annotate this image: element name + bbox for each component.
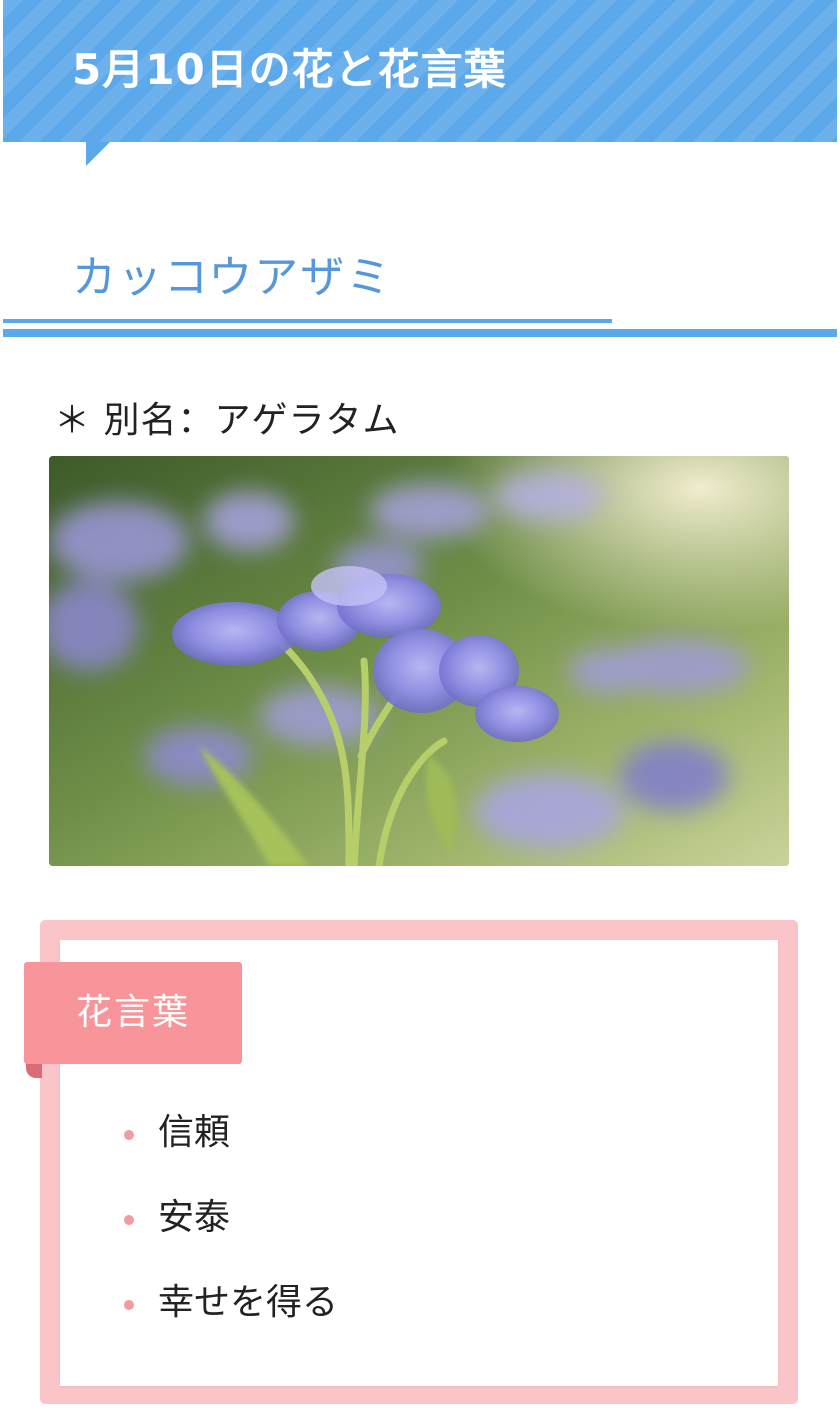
flower-name-heading: カッコウアザミ [72, 252, 393, 303]
flower-photo [49, 456, 789, 866]
bullet-dot-icon [124, 1300, 134, 1310]
hanakotoba-item: 安泰 [158, 1197, 231, 1238]
bullet-dot-icon [124, 1130, 134, 1140]
bullet-dot-icon [124, 1215, 134, 1225]
heading-underline-thick [3, 329, 837, 337]
hanakotoba-label: 花言葉 [75, 992, 190, 1033]
list-item: 幸せを得る [120, 1276, 338, 1361]
flower-alias: ＊ 別名：アゲラタム [54, 400, 400, 441]
list-item: 安泰 [120, 1191, 338, 1276]
hanakotoba-item: 幸せを得る [158, 1282, 339, 1323]
heading-underline-thin [3, 319, 612, 323]
page-title: 5月10日の花と花言葉 [72, 45, 507, 94]
header-banner-tail [86, 142, 110, 166]
hanakotoba-list: 信頼 安泰 幸せを得る [120, 1106, 338, 1361]
ribbon-fold [26, 1062, 42, 1078]
list-item: 信頼 [120, 1106, 338, 1191]
hanakotoba-item: 信頼 [158, 1112, 231, 1153]
